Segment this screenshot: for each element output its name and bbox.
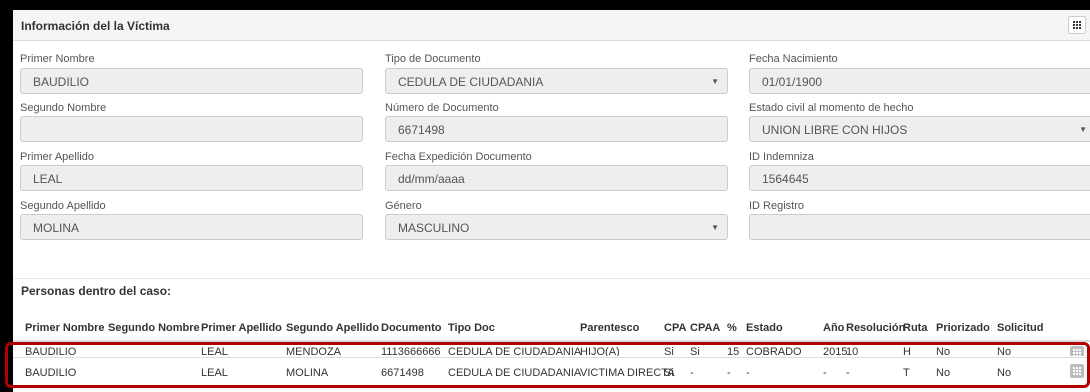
cell-ano: - <box>823 367 827 379</box>
cell-primer-nombre: BAUDILIO <box>25 346 77 356</box>
genero-select[interactable]: MASCULINO ▼ <box>385 214 728 240</box>
cell-ruta: H <box>903 346 911 356</box>
cell-priorizado: No <box>936 367 951 379</box>
segundo-apellido-field[interactable]: MOLINA <box>20 214 363 240</box>
cell-solicitud: No <box>997 367 1012 379</box>
cell-cpa: Si <box>664 346 674 356</box>
primer-apellido-label: Primer Apellido <box>20 151 94 163</box>
cell-tipo-doc: CEDULA DE CIUDADANIA <box>448 346 582 356</box>
estado-civil-select[interactable]: UNION LIBRE CON HIJOS ▼ <box>749 116 1090 142</box>
col-segundo-nombre[interactable]: Segundo Nombre <box>108 322 200 334</box>
segundo-nombre-field[interactable] <box>20 116 363 142</box>
col-segundo-apellido[interactable]: Segundo Apellido <box>286 322 379 334</box>
cell-priorizado: No <box>936 346 951 356</box>
genero-value: MASCULINO <box>398 221 470 235</box>
cell-tipo-doc: CEDULA DE CIUDADANIA <box>448 367 582 379</box>
chevron-down-icon: ▼ <box>711 223 719 232</box>
fecha-expedicion-field[interactable]: dd/mm/aaaa <box>385 165 728 191</box>
fecha-expedicion-label: Fecha Expedición Documento <box>385 151 532 163</box>
victim-info-page: Información del la Víctima Primer Nombre… <box>13 10 1090 392</box>
cell-cpaa: Si <box>690 346 700 356</box>
primer-nombre-field[interactable]: BAUDILIO <box>20 68 363 94</box>
col-parentesco[interactable]: Parentesco <box>580 322 639 334</box>
cell-cpaa: - <box>690 367 694 379</box>
panel-header: Información del la Víctima <box>13 10 1090 41</box>
cell-parentesco: HIJO(A) <box>580 346 620 356</box>
col-priorizado[interactable]: Priorizado <box>936 322 990 334</box>
row-menu-icon[interactable] <box>1070 364 1084 378</box>
cell-cpa: Si <box>664 367 674 379</box>
table-row[interactable]: BAUDILIO LEAL MENDOZA 1113666666 CEDULA … <box>13 342 1090 356</box>
cell-primer-apellido: LEAL <box>201 367 228 379</box>
primer-nombre-label: Primer Nombre <box>20 53 95 65</box>
cell-documento: 6671498 <box>381 367 424 379</box>
cell-estado: COBRADO <box>746 346 802 356</box>
tipo-documento-value: CEDULA DE CIUDADANIA <box>398 75 544 89</box>
col-cpa[interactable]: CPA <box>664 322 686 334</box>
cell-ruta: T <box>903 367 910 379</box>
col-ruta[interactable]: Ruta <box>903 322 927 334</box>
col-solicitud[interactable]: Solicitud <box>997 322 1043 334</box>
cell-porcentaje: 15 <box>727 346 740 356</box>
estado-civil-label: Estado civil al momento de hecho <box>749 102 914 114</box>
estado-civil-value: UNION LIBRE CON HIJOS <box>762 123 908 137</box>
tipo-documento-select[interactable]: CEDULA DE CIUDADANIA ▼ <box>385 68 728 94</box>
cell-segundo-apellido: MENDOZA <box>286 346 341 356</box>
col-resolucion[interactable]: Resolución <box>846 322 905 334</box>
cell-ano: 2015 <box>823 346 848 356</box>
id-indemniza-label: ID Indemniza <box>749 151 814 163</box>
segundo-apellido-label: Segundo Apellido <box>20 200 106 212</box>
numero-documento-field[interactable]: 6671498 <box>385 116 728 142</box>
cell-documento: 1113666666 <box>381 346 441 356</box>
cell-porcentaje: - <box>727 367 731 379</box>
col-tipo-doc[interactable]: Tipo Doc <box>448 322 495 334</box>
tipo-documento-label: Tipo de Documento <box>385 53 481 65</box>
id-registro-label: ID Registro <box>749 200 805 212</box>
numero-documento-label: Número de Documento <box>385 102 499 114</box>
fecha-nacimiento-label: Fecha Nacimiento <box>749 53 838 65</box>
id-registro-field[interactable] <box>749 214 1090 240</box>
persons-section-title: Personas dentro del caso: <box>21 284 172 298</box>
col-estado[interactable]: Estado <box>746 322 783 334</box>
section-divider <box>13 278 1090 279</box>
cell-primer-apellido: LEAL <box>201 346 228 356</box>
persons-table-header: Primer Nombre Segundo Nombre Primer Apel… <box>13 312 1090 342</box>
segundo-nombre-label: Segundo Nombre <box>20 102 107 114</box>
chevron-down-icon: ▼ <box>711 77 719 86</box>
col-cpaa[interactable]: CPAA <box>690 322 720 334</box>
panel-title: Información del la Víctima <box>21 19 170 33</box>
genero-label: Género <box>385 200 422 212</box>
cell-segundo-apellido: MOLINA <box>286 367 329 379</box>
cell-primer-nombre: BAUDILIO <box>25 367 77 379</box>
primer-apellido-field[interactable]: LEAL <box>20 165 363 191</box>
col-documento[interactable]: Documento <box>381 322 442 334</box>
col-primer-nombre[interactable]: Primer Nombre <box>25 322 104 334</box>
cell-solicitud: No <box>997 346 1012 356</box>
col-ano[interactable]: Año <box>823 322 844 334</box>
cell-parentesco: VICTIMA DIRECTA <box>580 367 675 379</box>
col-primer-apellido[interactable]: Primer Apellido <box>201 322 282 334</box>
cell-resolucion: - <box>846 367 850 379</box>
fecha-nacimiento-field[interactable]: 01/01/1900 <box>749 68 1090 94</box>
grid-menu-icon[interactable] <box>1068 16 1086 34</box>
cell-estado: - <box>746 367 750 379</box>
id-indemniza-field[interactable]: 1564645 <box>749 165 1090 191</box>
col-porcentaje[interactable]: % <box>727 322 737 334</box>
cell-resolucion: 10 <box>846 346 859 356</box>
chevron-down-icon: ▼ <box>1079 125 1087 134</box>
row-menu-icon[interactable] <box>1070 346 1084 356</box>
table-row[interactable]: BAUDILIO LEAL MOLINA 6671498 CEDULA DE C… <box>13 357 1090 385</box>
